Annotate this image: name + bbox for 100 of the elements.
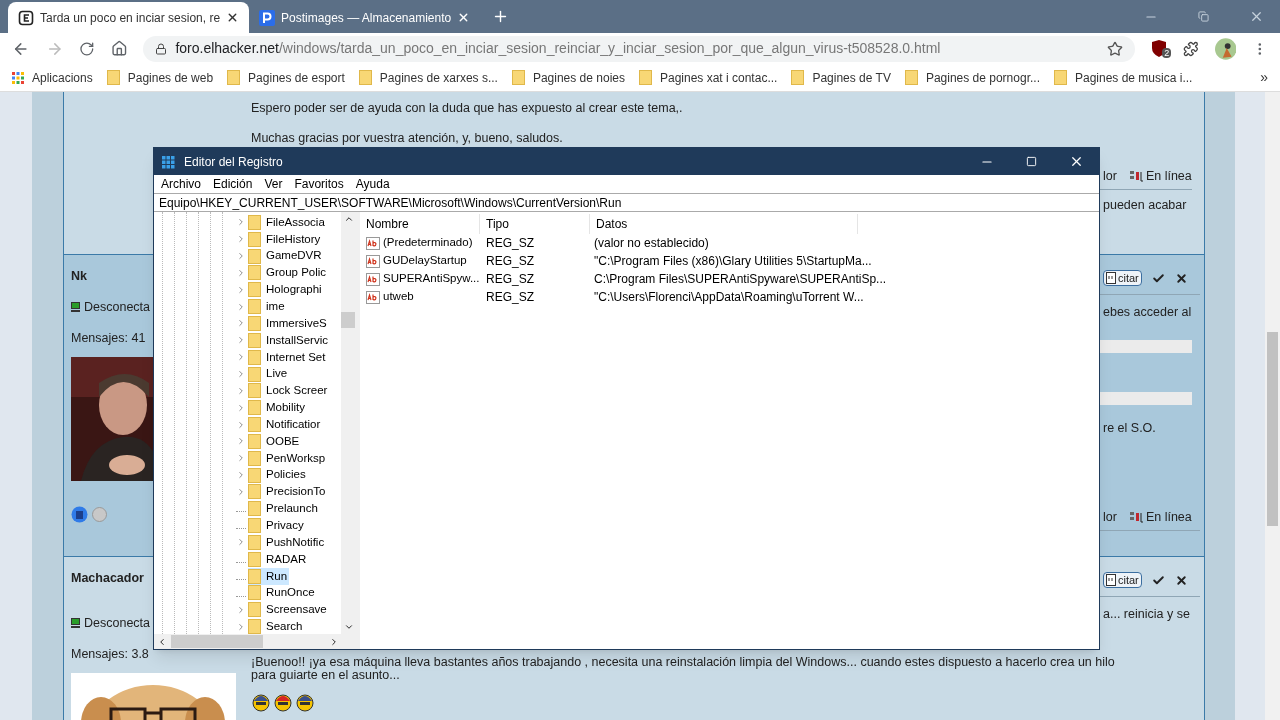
- expand-chevron-icon[interactable]: [236, 604, 246, 615]
- tree-item[interactable]: Run: [248, 567, 290, 585]
- delete-icon[interactable]: [1174, 271, 1188, 285]
- bookmark-item[interactable]: Pagines de noies: [511, 68, 625, 87]
- browser-tab[interactable]: Tarda un poco en inciar sesion, re: [8, 2, 250, 33]
- bookmark-item[interactable]: Pagines de esport: [227, 68, 345, 87]
- page-scrollbar[interactable]: [1265, 92, 1280, 720]
- tree-item[interactable]: Live: [248, 365, 290, 383]
- value-row[interactable]: utweb REG_SZ "C:\Users\Florenci\AppData\Roaming\uTorrent W...: [360, 288, 1099, 306]
- profile-icon[interactable]: [71, 506, 88, 524]
- value-row[interactable]: GUDelayStartup REG_SZ "C:\Program Files (x86)\Glary Utilities 5\StartupMa...: [360, 252, 1099, 270]
- quote-button[interactable]: citar: [1103, 572, 1142, 588]
- close-icon[interactable]: [1069, 154, 1084, 169]
- home-icon[interactable]: [110, 40, 128, 57]
- tree-item[interactable]: FileHistory: [248, 230, 323, 248]
- expand-chevron-icon[interactable]: [236, 301, 246, 312]
- expand-chevron-icon[interactable]: [236, 537, 246, 548]
- expand-chevron-icon[interactable]: [236, 217, 246, 228]
- key-path-field[interactable]: Equipo\HKEY_CURRENT_USER\SOFTWARE\Microsoft\Windows\CurrentVersion\Run: [154, 193, 1099, 212]
- profile-avatar[interactable]: [1214, 37, 1237, 60]
- menu-item[interactable]: Ayuda: [354, 175, 391, 193]
- column-header[interactable]: Datos: [590, 214, 858, 234]
- expand-chevron-icon[interactable]: [236, 436, 246, 447]
- expand-chevron-icon[interactable]: [236, 385, 246, 396]
- expand-chevron-icon[interactable]: [236, 251, 246, 262]
- bookmark-item[interactable]: Pagines de xarxes s...: [358, 68, 498, 87]
- expand-chevron-icon[interactable]: [236, 369, 246, 379]
- tree-item[interactable]: RunOnce: [248, 584, 317, 602]
- tree-item[interactable]: ime: [248, 298, 287, 316]
- bookmark-star-icon[interactable]: [1107, 40, 1124, 57]
- expand-chevron-icon[interactable]: [236, 419, 246, 430]
- bookmark-item[interactable]: Pagines xat i contac...: [639, 68, 778, 87]
- tree-item[interactable]: InstallServic: [248, 331, 330, 349]
- bookmark-item[interactable]: Pagines de TV: [791, 68, 891, 87]
- delete-icon[interactable]: [1174, 573, 1188, 587]
- tree-item[interactable]: Privacy: [248, 517, 306, 535]
- tree-item[interactable]: FileAssocia: [248, 213, 327, 232]
- tree-item[interactable]: Notificatior: [248, 415, 323, 434]
- expand-chevron-icon[interactable]: [236, 470, 246, 481]
- author-name[interactable]: Machacador: [71, 569, 144, 588]
- tree-horizontal-scrollbar[interactable]: [154, 634, 356, 649]
- tab-title: Tarda un poco en inciar sesion, re: [40, 9, 221, 27]
- check-icon[interactable]: [1151, 271, 1165, 285]
- im-icon[interactable]: [92, 507, 107, 523]
- scrollbar-thumb[interactable]: [341, 312, 355, 328]
- menu-item[interactable]: Archivo: [160, 175, 202, 193]
- expand-chevron-icon[interactable]: [236, 621, 246, 632]
- check-icon[interactable]: [1151, 573, 1165, 587]
- tree-item[interactable]: Prelaunch: [248, 500, 320, 518]
- smiley-icon: [251, 691, 271, 712]
- expand-chevron-icon[interactable]: [236, 267, 246, 278]
- scroll-left-icon[interactable]: [157, 636, 167, 647]
- expand-chevron-icon[interactable]: [236, 402, 246, 413]
- menu-item[interactable]: Favoritos: [293, 175, 345, 193]
- expand-chevron-icon[interactable]: [236, 318, 246, 329]
- author-name[interactable]: Nk: [71, 267, 87, 286]
- tree-item[interactable]: GameDVR: [248, 247, 324, 265]
- extensions-icon[interactable]: [1183, 40, 1199, 57]
- tree-item[interactable]: PenWorksp: [248, 449, 328, 467]
- tree-item[interactable]: PrecisionTo: [248, 483, 328, 501]
- restore-icon[interactable]: [1198, 11, 1209, 22]
- scroll-up-icon[interactable]: [343, 214, 354, 224]
- value-row[interactable]: (Predeterminado) REG_SZ (valor no establecido): [360, 234, 1099, 252]
- tree-item[interactable]: ImmersiveS: [248, 314, 329, 333]
- menu-item[interactable]: Ver: [263, 175, 284, 193]
- column-header[interactable]: Nombre: [360, 214, 480, 234]
- tree-item[interactable]: Policies: [248, 466, 308, 484]
- expand-chevron-icon[interactable]: [236, 486, 246, 497]
- browser-tab[interactable]: Postimages — Almacenamiento: [249, 2, 481, 33]
- maximize-icon[interactable]: [1026, 156, 1037, 167]
- tree-item[interactable]: PushNotific: [248, 533, 327, 552]
- expand-chevron-icon[interactable]: [236, 453, 246, 464]
- bookmark-item[interactable]: Pagines de pornogr...: [904, 68, 1040, 87]
- tree-item[interactable]: Group Polic: [248, 264, 329, 282]
- bookmark-item[interactable]: Pagines de web: [106, 68, 214, 87]
- value-row[interactable]: SUPERAntiSpyw... REG_SZ C:\Program Files\SUPERAntiSpyware\SUPERAntiSp...: [360, 270, 1099, 288]
- tree-item[interactable]: Lock Screer: [248, 382, 330, 400]
- tree-item[interactable]: Search: [248, 618, 305, 634]
- scroll-down-icon[interactable]: [343, 622, 354, 632]
- scrollbar-thumb[interactable]: [171, 635, 263, 648]
- bookmark-item[interactable]: Aplicacions: [12, 68, 93, 87]
- tree-item[interactable]: RADAR: [248, 550, 309, 568]
- tree-item[interactable]: Holographi: [248, 281, 324, 299]
- expand-chevron-icon[interactable]: [236, 352, 246, 363]
- menu-item[interactable]: Edición: [212, 175, 254, 193]
- expand-chevron-icon[interactable]: [236, 335, 246, 346]
- bookmarks-overflow[interactable]: »: [1260, 67, 1268, 88]
- expand-chevron-icon[interactable]: [236, 234, 246, 245]
- tree-item[interactable]: Mobility: [248, 399, 307, 417]
- column-header[interactable]: Tipo: [480, 214, 590, 234]
- expand-chevron-icon[interactable]: [236, 284, 246, 295]
- quote-button[interactable]: citar: [1103, 270, 1142, 286]
- tree-item[interactable]: OOBE: [248, 432, 302, 450]
- shield-extension-icon[interactable]: [1151, 40, 1168, 57]
- tree-item[interactable]: Screensave: [248, 601, 329, 619]
- reload-icon[interactable]: [79, 40, 95, 57]
- bookmark-item[interactable]: Pagines de musica i...: [1054, 68, 1193, 87]
- scroll-right-icon[interactable]: [329, 636, 339, 647]
- address-bar[interactable]: foro.elhacker.net/windows/tarda_un_poco_en_inciar_sesion_reinciar_y_inciar_sesion_por_que_algun_virus-t508528.0.html: [143, 35, 1136, 62]
- tree-item[interactable]: Internet Set: [248, 348, 328, 366]
